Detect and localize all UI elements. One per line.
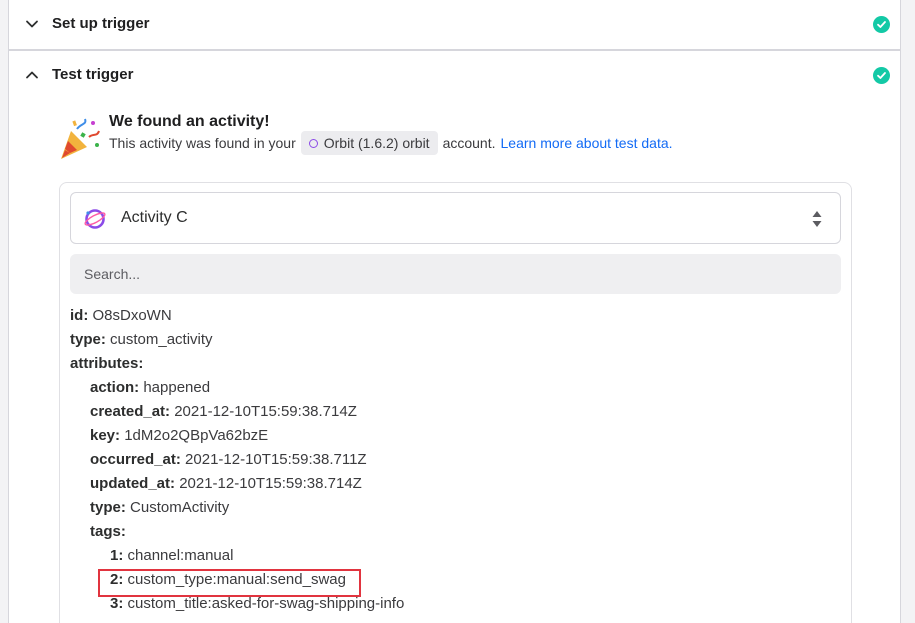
record-row-attributes: attributes: xyxy=(70,355,144,372)
orbit-logo-icon xyxy=(84,209,106,229)
tag-row-1: 1: channel:manual xyxy=(110,547,234,564)
search-input[interactable] xyxy=(70,254,841,294)
account-badge: Orbit (1.6.2) orbit xyxy=(300,131,438,155)
attr-row-created-at: created_at: 2021-12-10T15:59:38.714Z xyxy=(90,403,357,420)
found-suffix: account. xyxy=(442,135,496,151)
learn-more-link[interactable]: Learn more about test data. xyxy=(501,135,673,151)
chevron-up-icon xyxy=(26,71,38,79)
setup-trigger-title: Set up trigger xyxy=(52,15,150,32)
orbit-icon xyxy=(308,138,318,148)
party-popper-icon xyxy=(61,118,100,159)
found-activity-message: We found an activity! This activity was … xyxy=(57,113,857,161)
check-circle-icon xyxy=(873,67,890,84)
setup-trigger-header[interactable]: Set up trigger xyxy=(9,0,900,50)
tag-row-3: 3: custom_title:asked-for-swag-shipping-… xyxy=(110,595,405,612)
account-badge-label: Orbit (1.6.2) orbit xyxy=(323,135,430,151)
setup-trigger-panel: Set up trigger xyxy=(8,0,901,50)
activity-select[interactable]: Activity C xyxy=(70,192,841,244)
found-activity-title: We found an activity! xyxy=(109,113,270,130)
attr-row-key: key: 1dM2o2QBpVa62bzE xyxy=(90,427,269,444)
test-trigger-header[interactable]: Test trigger xyxy=(9,51,900,101)
chevron-down-icon xyxy=(26,20,38,28)
attr-row-updated-at: updated_at: 2021-12-10T15:59:38.714Z xyxy=(90,475,362,492)
attr-row-type: type: CustomActivity xyxy=(90,499,230,516)
found-activity-description: This activity was found in your Orbit (1… xyxy=(109,131,673,155)
record-row-id: id: O8sDxoWN xyxy=(70,307,172,324)
sort-arrows-icon xyxy=(812,211,822,227)
attr-row-tags: tags: xyxy=(90,523,126,540)
test-trigger-panel: Test trigger We found an activity! This … xyxy=(8,50,901,623)
activity-select-value: Activity C xyxy=(121,209,188,226)
found-prefix: This activity was found in your xyxy=(109,135,296,151)
test-data-card: Activity C id: O8sDxoWN type: custom_act… xyxy=(59,182,852,623)
check-circle-icon xyxy=(873,16,890,33)
test-trigger-title: Test trigger xyxy=(52,66,134,83)
attr-row-occurred-at: occurred_at: 2021-12-10T15:59:38.711Z xyxy=(90,451,367,468)
record-row-type: type: custom_activity xyxy=(70,331,213,348)
attr-row-action: action: happened xyxy=(90,379,211,396)
highlight-box xyxy=(98,569,361,597)
